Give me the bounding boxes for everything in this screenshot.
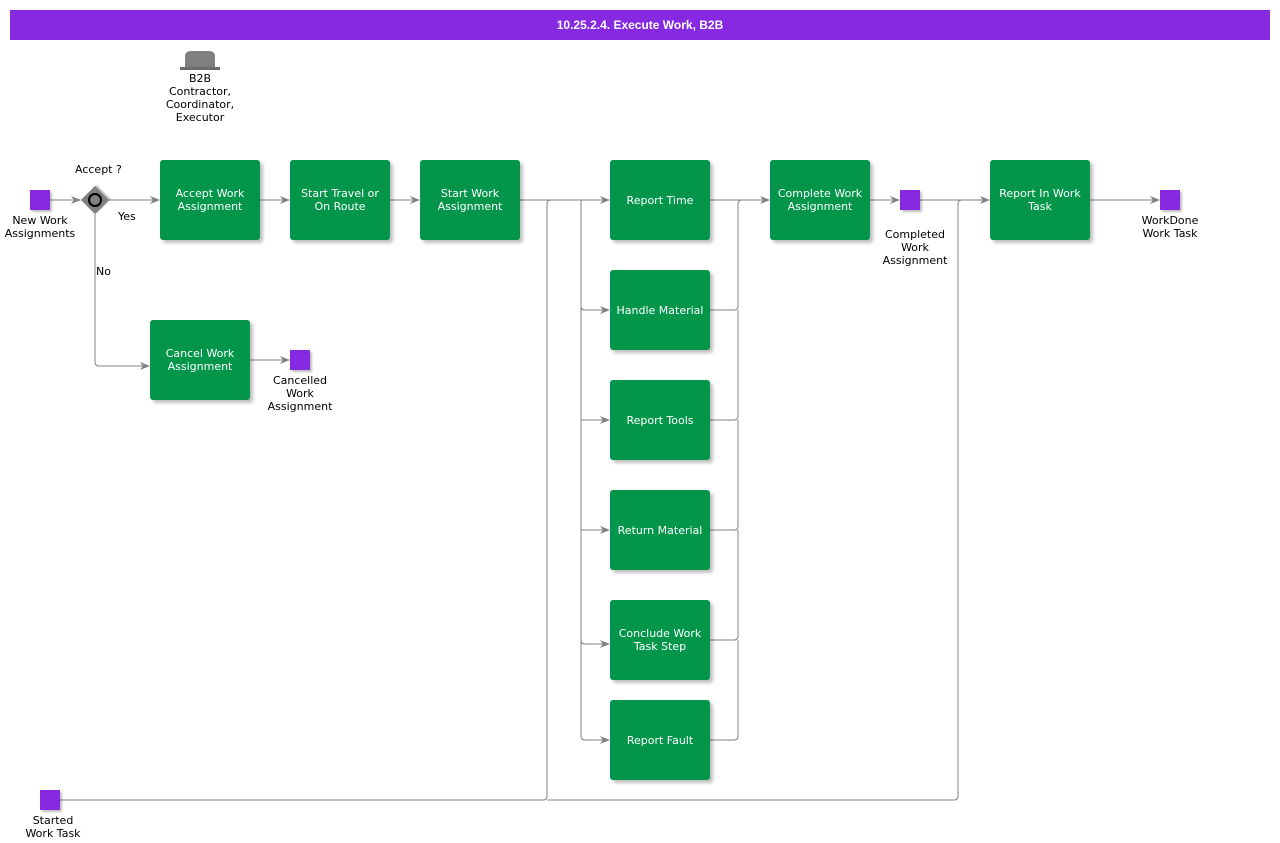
- end-event-cancelled[interactable]: [290, 350, 310, 370]
- task-complete-work-assignment[interactable]: Complete Work Assignment: [770, 160, 870, 240]
- flow-to-conclude-step: [580, 639, 610, 648]
- end-event-workdone-label: WorkDone Work Task: [1141, 214, 1199, 240]
- gateway-yes-label: Yes: [118, 210, 136, 223]
- task-report-time[interactable]: Report Time: [610, 160, 710, 240]
- task-cancel-work-assignment[interactable]: Cancel Work Assignment: [150, 320, 250, 400]
- task-conclude-work-task-step[interactable]: Conclude Work Task Step: [610, 600, 710, 680]
- flow-started-to-start-bus: [60, 199, 552, 801]
- task-accept-work-assignment[interactable]: Accept Work Assignment: [160, 160, 260, 240]
- start-event-new-work-label: New Work Assignments: [4, 214, 76, 240]
- gateway-exclusive[interactable]: [80, 185, 112, 215]
- task-return-material[interactable]: Return Material: [610, 490, 710, 570]
- start-event-started[interactable]: [40, 790, 60, 810]
- flow-gateway-to-cancel: [94, 214, 150, 370]
- task-handle-material[interactable]: Handle Material: [610, 270, 710, 350]
- end-event-workdone[interactable]: [1160, 190, 1180, 210]
- task-report-in-work-task[interactable]: Report In Work Task: [990, 160, 1090, 240]
- hat-icon: [180, 51, 220, 70]
- gateway-no-label: No: [96, 265, 111, 278]
- event-completed-label: Completed Work Assignment: [882, 228, 948, 267]
- task-report-tools[interactable]: Report Tools: [610, 380, 710, 460]
- split-bus: [580, 200, 586, 741]
- flow-to-handle-material: [580, 305, 610, 314]
- end-event-cancelled-label: Cancelled Work Assignment: [267, 374, 333, 413]
- event-completed[interactable]: [900, 190, 920, 210]
- task-start-travel[interactable]: Start Travel or On Route: [290, 160, 390, 240]
- join-bus: [733, 199, 743, 311]
- role-label: B2B Contractor, Coordinator, Executor: [165, 72, 235, 124]
- start-event-new-work[interactable]: [30, 190, 50, 210]
- gateway-label: Accept ?: [75, 163, 122, 176]
- task-report-fault[interactable]: Report Fault: [610, 700, 710, 780]
- start-event-started-label: Started Work Task: [25, 814, 81, 840]
- task-start-work-assignment[interactable]: Start Work Assignment: [420, 160, 520, 240]
